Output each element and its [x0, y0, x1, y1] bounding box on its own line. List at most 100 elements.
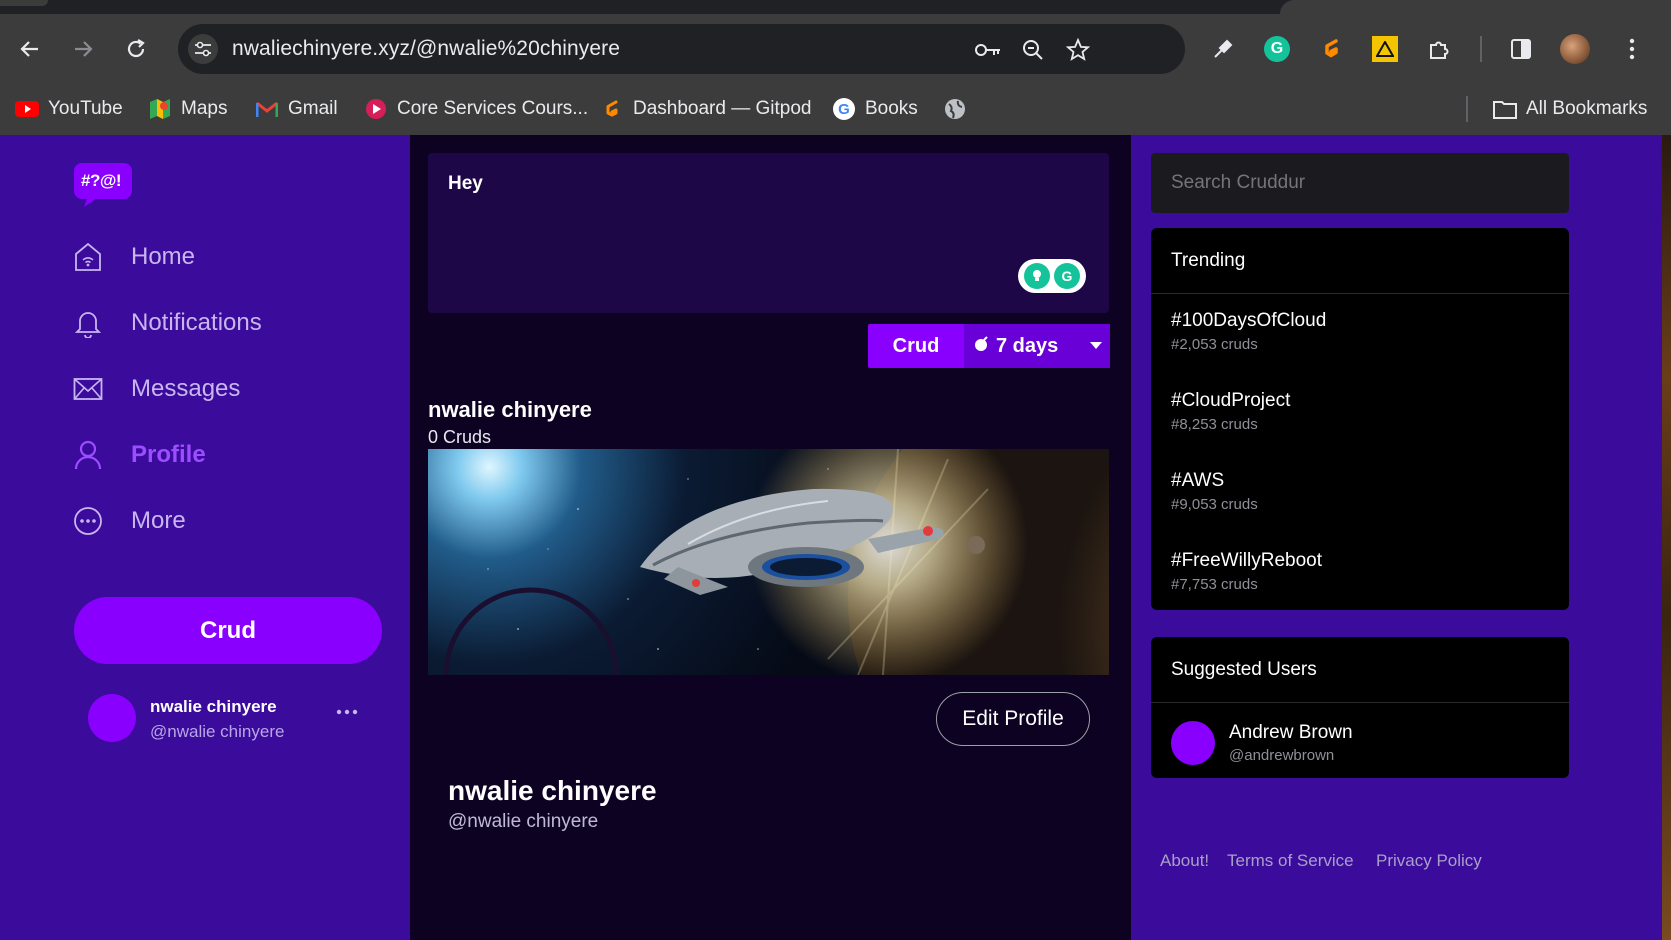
extensions-puzzle-icon[interactable]: [1424, 34, 1454, 64]
gmail-icon: [255, 97, 279, 121]
eyedropper-extension-icon[interactable]: [1208, 34, 1238, 64]
tab-strip: [0, 0, 1671, 14]
lightbulb-icon[interactable]: [1024, 263, 1050, 289]
profile-avatar-icon[interactable]: [1560, 34, 1590, 64]
trending-panel: Trending #100DaysOfCloud #2,053 cruds #C…: [1151, 228, 1569, 610]
grammarly-widget[interactable]: G: [1018, 259, 1086, 293]
trending-tag: #CloudProject: [1171, 390, 1291, 411]
profile-handle: @nwalie chinyere: [448, 811, 599, 832]
bookmark-label: Books: [865, 98, 918, 119]
avatar[interactable]: [88, 694, 136, 742]
youtube-icon: [15, 97, 39, 121]
address-bar[interactable]: nwaliechinyere.xyz/@nwalie%20chinyere: [178, 24, 1185, 74]
bookmarks-divider: [1466, 96, 1468, 122]
all-bookmarks-label: All Bookmarks: [1526, 98, 1648, 119]
back-icon[interactable]: [15, 34, 45, 64]
main-feed: Hey G 237 Crud 7 days nwalie chinyere 0 …: [410, 135, 1266, 940]
all-bookmarks[interactable]: All Bookmarks: [1493, 96, 1647, 122]
trending-item[interactable]: #AWS #9,053 cruds: [1171, 470, 1258, 513]
warning-extension-icon[interactable]: [1370, 34, 1400, 64]
current-user-name: nwalie chinyere: [150, 697, 277, 716]
bomb-icon: [974, 335, 990, 358]
terms-link[interactable]: Terms of Service: [1227, 851, 1354, 871]
ttl-dropdown[interactable]: 7 days: [964, 324, 1110, 368]
bookmark-label: Core Services Cours...: [397, 98, 589, 119]
sidebar-item-label: More: [131, 507, 186, 534]
tab-left[interactable]: [0, 0, 48, 6]
window-edge: [1662, 135, 1671, 940]
side-panel-icon[interactable]: [1506, 34, 1536, 64]
crud-submit-group: Crud 7 days: [868, 324, 1110, 368]
browser-menu-icon[interactable]: [1617, 34, 1647, 64]
reload-icon[interactable]: [121, 34, 151, 64]
envelope-icon: [73, 373, 103, 405]
grammarly-icon[interactable]: G: [1054, 263, 1080, 289]
sidebar-item-notifications[interactable]: Notifications: [73, 303, 262, 343]
bookmark-youtube[interactable]: YouTube: [15, 96, 123, 122]
browser-chrome: nwaliechinyere.xyz/@nwalie%20chinyere G: [0, 0, 1671, 135]
user-menu-button[interactable]: [334, 697, 360, 727]
trending-item[interactable]: #FreeWillyReboot #7,753 cruds: [1171, 550, 1322, 593]
about-link[interactable]: About!: [1160, 851, 1209, 871]
right-sidebar: Trending #100DaysOfCloud #2,053 cruds #C…: [1131, 135, 1671, 940]
sidebar-item-home[interactable]: Home: [73, 237, 195, 277]
suggested-user-name[interactable]: Andrew Brown: [1229, 722, 1353, 744]
trending-title: Trending: [1151, 228, 1569, 294]
gitpod-extension-icon[interactable]: [1316, 34, 1346, 64]
forward-icon[interactable]: [68, 34, 98, 64]
bookmark-books[interactable]: G Books: [832, 96, 918, 122]
sidebar-item-label: Home: [131, 243, 196, 270]
grammarly-extension-icon[interactable]: G: [1262, 34, 1292, 64]
search-input[interactable]: [1151, 153, 1569, 213]
url-text[interactable]: nwaliechinyere.xyz/@nwalie%20chinyere: [232, 37, 620, 61]
bookmark-gmail[interactable]: Gmail: [255, 96, 338, 122]
folder-icon: [1493, 97, 1517, 121]
compose-text[interactable]: Hey: [448, 173, 483, 195]
maps-icon: [148, 97, 172, 121]
profile-name: nwalie chinyere: [448, 775, 657, 806]
bell-icon: [73, 307, 103, 339]
privacy-link[interactable]: Privacy Policy: [1376, 851, 1482, 871]
bookmark-maps[interactable]: Maps: [148, 96, 227, 122]
cruddur-logo[interactable]: #?@!: [74, 159, 132, 207]
bookmark-label: Dashboard — Gitpod: [633, 98, 812, 119]
profile-banner-image: [428, 449, 1109, 675]
compose-textarea[interactable]: Hey G: [428, 153, 1109, 313]
home-icon: [73, 241, 103, 273]
suggested-user-handle: @andrewbrown: [1229, 747, 1335, 764]
more-circle-icon: [73, 505, 103, 537]
zoom-icon[interactable]: [1019, 36, 1047, 64]
ttl-value: 7 days: [996, 334, 1059, 357]
trending-item[interactable]: #CloudProject #8,253 cruds: [1171, 390, 1290, 433]
avatar[interactable]: [1171, 721, 1215, 765]
trending-item[interactable]: #100DaysOfCloud #2,053 cruds: [1171, 310, 1326, 353]
sidebar-item-profile[interactable]: Profile: [73, 435, 206, 475]
bookmark-core-services[interactable]: Core Services Cours...: [364, 96, 588, 122]
star-icon[interactable]: [1064, 36, 1092, 64]
cruddur-page: #?@! Home Notifications Messages Profile: [0, 135, 1671, 940]
trending-tag: #AWS: [1171, 470, 1225, 491]
site-info-icon[interactable]: [188, 34, 218, 64]
sidebar-item-label: Profile: [131, 441, 206, 468]
trending-count: #7,753 cruds: [1171, 576, 1258, 593]
bookmark-gitpod[interactable]: Dashboard — Gitpod: [600, 96, 812, 122]
edit-profile-button[interactable]: Edit Profile: [936, 692, 1090, 746]
suggested-users-title: Suggested Users: [1151, 637, 1569, 703]
bookmark-label: Maps: [181, 98, 228, 119]
user-icon: [73, 439, 103, 471]
bookmark-globe[interactable]: [943, 96, 967, 122]
trending-tag: #100DaysOfCloud: [1171, 310, 1327, 331]
crud-button[interactable]: Crud: [74, 597, 382, 664]
bookmark-label: YouTube: [48, 98, 123, 119]
sidebar-item-label: Messages: [131, 375, 241, 402]
trending-count: #8,253 cruds: [1171, 416, 1258, 433]
key-icon[interactable]: [974, 36, 1002, 64]
tab-right[interactable]: [1280, 0, 1671, 14]
logo-text: #?@!: [81, 171, 122, 190]
sidebar-item-more[interactable]: More: [73, 501, 186, 541]
toolbar-divider: [1480, 36, 1482, 62]
trending-count: #2,053 cruds: [1171, 336, 1258, 353]
sidebar-item-messages[interactable]: Messages: [73, 369, 240, 409]
crud-submit-button[interactable]: Crud: [868, 324, 964, 368]
globe-icon: [943, 97, 967, 121]
